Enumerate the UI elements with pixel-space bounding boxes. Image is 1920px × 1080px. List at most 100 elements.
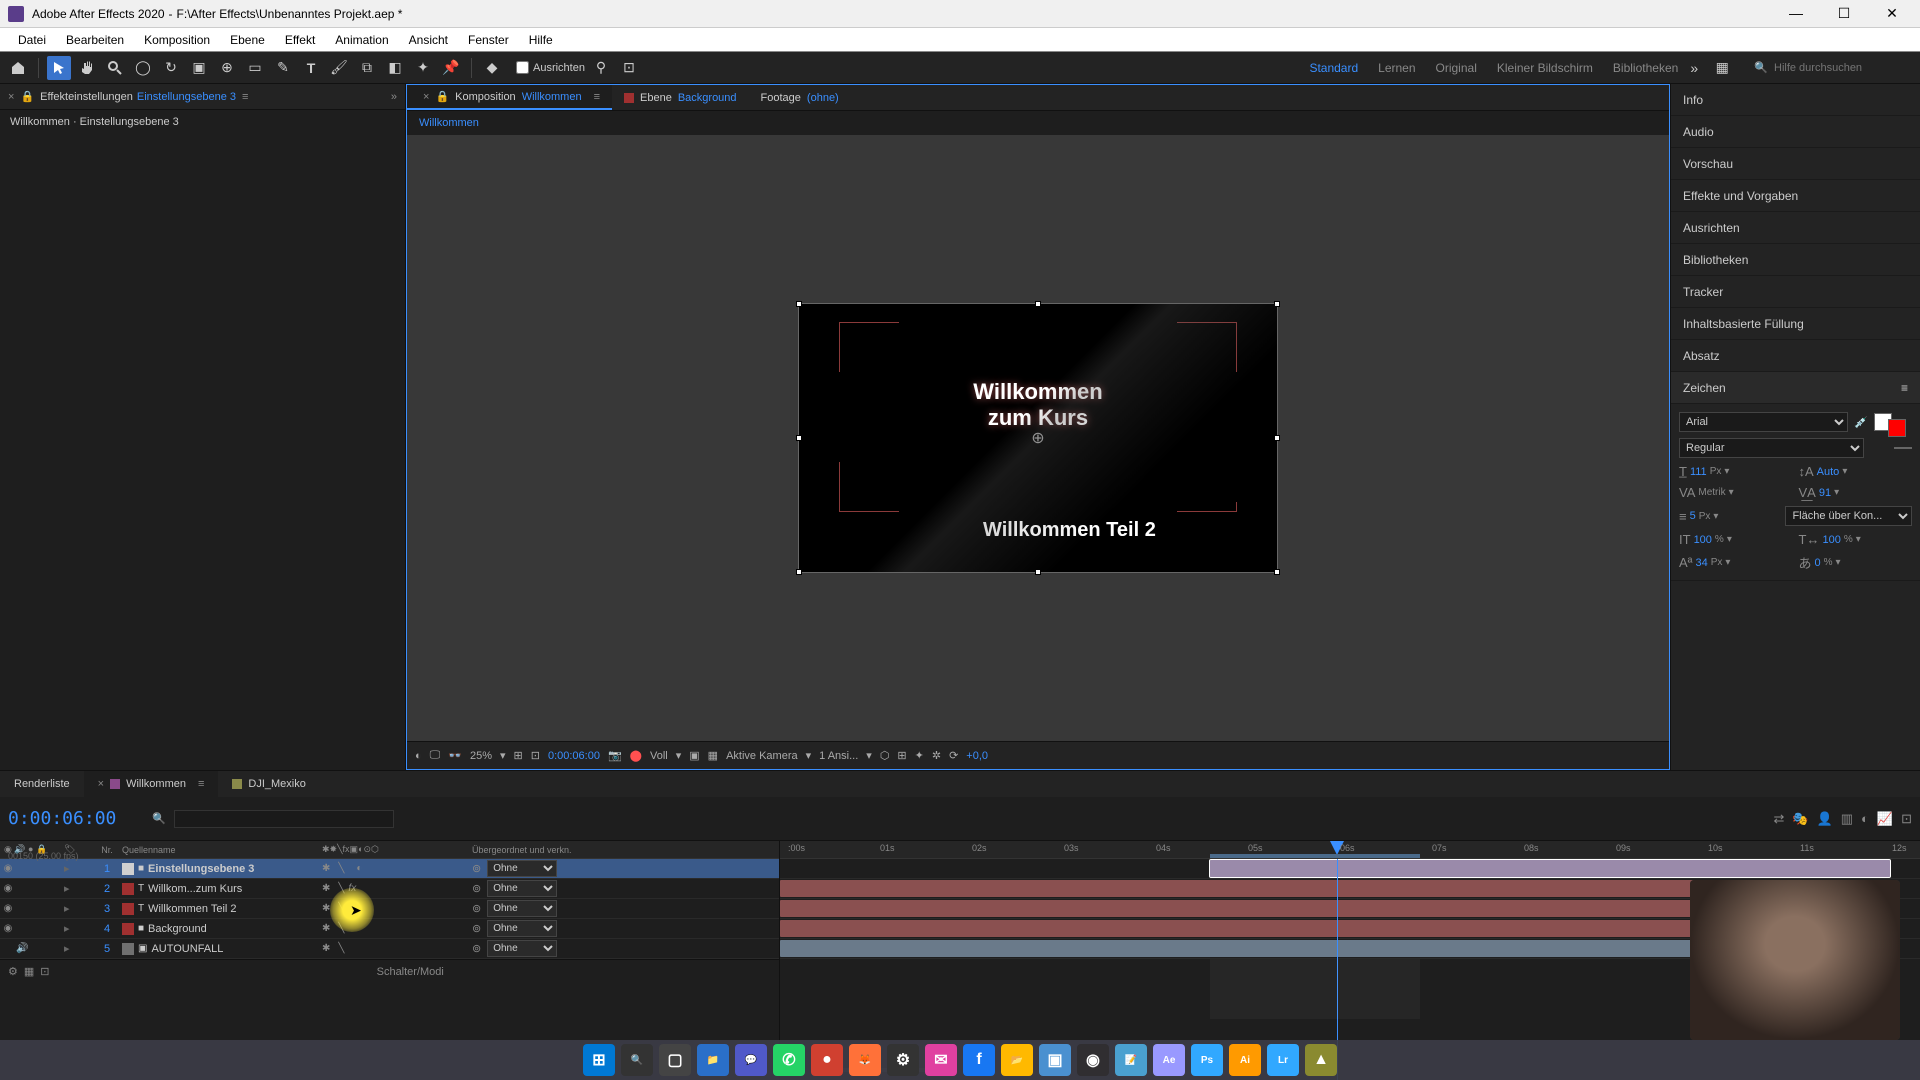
v1-icon[interactable]: ⬡ [880, 749, 890, 762]
font-size[interactable]: 111 [1690, 466, 1707, 478]
close-button[interactable]: ✕ [1872, 5, 1912, 22]
snapshot-icon[interactable]: 📷 [608, 749, 622, 762]
menu-effekt[interactable]: Effekt [275, 33, 325, 47]
taskbar-teams[interactable]: 💬 [735, 1044, 767, 1076]
comp-tab-ohne[interactable]: Footage (ohne) [749, 85, 851, 110]
viewer-mask-icon[interactable]: 👓 [448, 749, 462, 762]
camera-dropdown[interactable]: Aktive Kamera [726, 750, 798, 762]
effect-controls-tab[interactable]: × 🔒 Effekteinstellungen Einstellungseben… [0, 84, 405, 110]
home-tool[interactable] [6, 56, 30, 80]
camera-tool[interactable]: ▣ [187, 56, 211, 80]
layer-row-2[interactable]: ◉▸2TWillkom...zum Kurs✱╲fx⊚Ohne [0, 879, 779, 899]
shape-tool[interactable]: ◆ [480, 56, 504, 80]
exposure-value[interactable]: +0,0 [966, 750, 988, 762]
transparency-icon[interactable]: ▦ [708, 749, 718, 762]
tracking[interactable]: 91 [1819, 487, 1831, 499]
layer-row-1[interactable]: ◉▸1■Einstellungsebene 3✱╲◐⊚Ohne [0, 859, 779, 879]
workspace-kleiner bildschirm[interactable]: Kleiner Bildschirm [1497, 61, 1593, 75]
rect-tool[interactable]: ▭ [243, 56, 267, 80]
rotate-tool[interactable]: ↻ [159, 56, 183, 80]
timeline-tab-dji_mexiko[interactable]: DJI_Mexiko [218, 771, 319, 797]
font-family-select[interactable]: Arial [1679, 412, 1848, 432]
stroke-color-swatch[interactable] [1888, 419, 1906, 437]
snap-options[interactable]: ⚲ [589, 56, 613, 80]
layer-row-4[interactable]: ◉▸4■Background✱╲⊚Ohne [0, 919, 779, 939]
eyedropper-icon[interactable]: 💉 [1854, 416, 1868, 429]
taskbar-app1[interactable]: ● [811, 1044, 843, 1076]
taskbar-ai[interactable]: Ai [1229, 1044, 1261, 1076]
draft3d-icon[interactable]: 🎭 [1792, 811, 1808, 827]
close-icon[interactable]: × [8, 91, 14, 103]
resolution-dropdown[interactable]: Voll [650, 750, 668, 762]
kerning[interactable]: Metrik [1698, 487, 1725, 498]
roto-tool[interactable]: ✦ [411, 56, 435, 80]
taskbar-app3[interactable]: ▣ [1039, 1044, 1071, 1076]
v3-icon[interactable]: ✦ [915, 749, 924, 762]
guides-icon[interactable]: ⊡ [531, 749, 540, 762]
comp-flowchart-icon[interactable]: ⇄ [1773, 811, 1784, 827]
toggle-switches-icon[interactable]: ⚙ [8, 965, 18, 978]
taskbar-search[interactable]: 🔍 [621, 1044, 653, 1076]
menu-ebene[interactable]: Ebene [220, 33, 275, 47]
taskbar-notepad[interactable]: 📝 [1115, 1044, 1147, 1076]
panel-bibliotheken[interactable]: Bibliotheken [1671, 244, 1920, 276]
leading[interactable]: Auto [1817, 466, 1840, 478]
track-1[interactable] [780, 859, 1920, 879]
menu-bearbeiten[interactable]: Bearbeiten [56, 33, 134, 47]
workspace-reset[interactable]: ▦ [1710, 56, 1734, 80]
switches-modes-toggle[interactable]: Schalter/Modi [377, 966, 444, 978]
layer-row-5[interactable]: 🔊▸5▣AUTOUNFALL✱╲⊚Ohne [0, 939, 779, 959]
panel-inhaltsbasierte-füllung[interactable]: Inhaltsbasierte Füllung [1671, 308, 1920, 340]
viewer-alpha-icon[interactable]: ◐ [415, 750, 422, 762]
text-tool[interactable]: T [299, 56, 323, 80]
zoom-tool[interactable] [103, 56, 127, 80]
menu-animation[interactable]: Animation [325, 33, 398, 47]
viewer-area[interactable]: Willkommen zum Kurs Willkommen Teil 2 ⊕ [407, 135, 1669, 741]
taskbar-messenger[interactable]: ✉ [925, 1044, 957, 1076]
viewer-timecode[interactable]: 0:00:06:00 [548, 750, 600, 762]
comp-tab-background[interactable]: Ebene Background [612, 85, 749, 110]
channel-icon[interactable]: ⬤ [630, 749, 642, 762]
panel-ausrichten[interactable]: Ausrichten [1671, 212, 1920, 244]
taskbar-lr[interactable]: Lr [1267, 1044, 1299, 1076]
help-search-input[interactable] [1774, 62, 1914, 74]
taskbar-app2[interactable]: ⚙ [887, 1044, 919, 1076]
workspace-standard[interactable]: Standard [1309, 61, 1358, 75]
timeline-tab-willkommen[interactable]: ×Willkommen≡ [84, 771, 219, 797]
timecode[interactable]: 0:00:06:00 [8, 808, 116, 829]
taskbar-start[interactable]: ⊞ [583, 1044, 615, 1076]
hand-tool[interactable] [75, 56, 99, 80]
puppet-tool[interactable]: 📌 [439, 56, 463, 80]
stroke-width[interactable]: 5 [1690, 510, 1696, 522]
taskbar-obs[interactable]: ◉ [1077, 1044, 1109, 1076]
viewer-display-icon[interactable]: 🖵 [430, 749, 441, 762]
taskbar-ps[interactable]: Ps [1191, 1044, 1223, 1076]
baseline-shift[interactable]: 34 [1695, 557, 1707, 569]
anchor-tool[interactable]: ⊕ [215, 56, 239, 80]
roi-icon[interactable]: ▣ [689, 749, 699, 762]
timeline-search[interactable] [174, 810, 394, 828]
menu-fenster[interactable]: Fenster [458, 33, 519, 47]
v5-icon[interactable]: ⟳ [949, 749, 958, 762]
character-panel-header[interactable]: Zeichen ≡ [1671, 372, 1920, 404]
selection-tool[interactable] [47, 56, 71, 80]
workspace-overflow[interactable]: » [1682, 56, 1706, 80]
panel-info[interactable]: Info [1671, 84, 1920, 116]
menu-datei[interactable]: Datei [8, 33, 56, 47]
taskbar-explorer[interactable]: 📁 [697, 1044, 729, 1076]
v4-icon[interactable]: ✲ [932, 749, 941, 762]
taskbar-firefox[interactable]: 🦊 [849, 1044, 881, 1076]
taskbar-app4[interactable]: ▲ [1305, 1044, 1337, 1076]
menu-hilfe[interactable]: Hilfe [519, 33, 563, 47]
vscale[interactable]: 100 [1694, 534, 1712, 546]
time-ruler[interactable]: :00s01s02s03s04s05s06s07s08s09s10s11s12s [780, 841, 1920, 859]
taskbar-files[interactable]: 📂 [1001, 1044, 1033, 1076]
font-style-select[interactable]: Regular [1679, 438, 1864, 458]
graph-icon[interactable]: 📈 [1877, 811, 1893, 827]
workspace-original[interactable]: Original [1436, 61, 1477, 75]
tsume[interactable]: 0 [1815, 557, 1821, 569]
toggle-modes-icon[interactable]: ▦ [24, 965, 34, 978]
taskbar-facebook[interactable]: f [963, 1044, 995, 1076]
panel-effekte-und-vorgaben[interactable]: Effekte und Vorgaben [1671, 180, 1920, 212]
hscale[interactable]: 100 [1822, 534, 1840, 546]
